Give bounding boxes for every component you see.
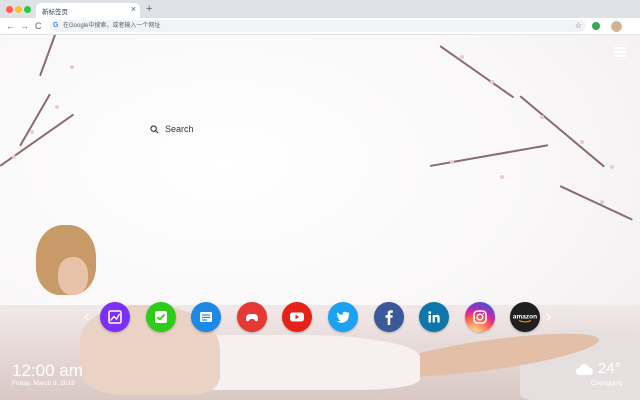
search-input[interactable] [165, 124, 335, 134]
forward-icon[interactable]: → [20, 20, 29, 32]
browser-toolbar: ← → C G 在Google中搜索，或者输入一个网址 ☆ ⋮ [0, 18, 640, 49]
minimize-window-button[interactable] [15, 6, 22, 13]
profile-avatar[interactable] [611, 21, 622, 32]
browser-tab-strip: 新标签页 × + [0, 0, 640, 18]
shortcut-games-app[interactable] [236, 302, 267, 332]
new-tab-page: ‹ amazon › 12:00 am Friday, March 9, 201… [0, 35, 640, 400]
gamepad-icon [245, 314, 258, 322]
back-icon[interactable]: ← [6, 20, 15, 32]
address-bar[interactable]: G 在Google中搜索，或者输入一个网址 ☆ [50, 20, 586, 32]
shortcut-twitter[interactable] [328, 302, 358, 332]
shortcut-news-app[interactable] [191, 302, 222, 332]
shortcuts-bar: ‹ amazon › [0, 302, 640, 334]
amazon-icon: amazon [513, 314, 538, 323]
tab-title: 新标签页 [42, 9, 68, 16]
news-icon [200, 312, 213, 322]
close-window-button[interactable] [6, 6, 13, 13]
weather-widget[interactable]: 24° Chongqing [574, 360, 634, 390]
shortcut-instagram[interactable] [464, 302, 495, 332]
youtube-icon [290, 312, 305, 322]
maximize-window-button[interactable] [24, 6, 31, 13]
weather-city: Chongqing [591, 380, 623, 387]
amazon-label: amazon [513, 314, 537, 321]
shortcut-tasks-app[interactable] [145, 302, 176, 332]
photo-icon [108, 310, 122, 324]
shortcut-amazon[interactable]: amazon [510, 302, 541, 332]
shortcut-photo-app[interactable] [100, 302, 130, 332]
search-box[interactable] [148, 122, 338, 140]
check-icon [154, 311, 167, 323]
hamburger-menu-icon[interactable] [614, 47, 626, 57]
shortcut-facebook[interactable] [373, 302, 404, 332]
clock-date: Friday, March 9, 2018 [12, 380, 75, 387]
extension-icon[interactable] [592, 22, 600, 30]
previous-arrow-icon[interactable]: ‹ [84, 308, 89, 326]
cloud-icon [575, 364, 593, 375]
google-icon: G [53, 22, 59, 29]
clock-time: 12:00 am [12, 361, 83, 380]
tab-close-icon[interactable]: × [131, 4, 136, 14]
linkedin-icon [428, 311, 440, 323]
address-bar-placeholder: 在Google中搜索，或者输入一个网址 [63, 23, 161, 29]
search-icon [150, 125, 159, 134]
facebook-icon [385, 310, 393, 325]
bookmark-star-icon[interactable]: ☆ [575, 21, 582, 31]
shortcut-youtube[interactable] [282, 302, 313, 332]
new-tab-button[interactable]: + [146, 2, 152, 16]
shortcut-linkedin[interactable] [419, 302, 450, 332]
instagram-icon [472, 310, 487, 324]
twitter-icon [336, 311, 350, 323]
reload-icon[interactable]: C [35, 20, 42, 32]
active-tab[interactable]: 新标签页 × [36, 3, 140, 18]
next-arrow-icon[interactable]: › [546, 308, 551, 326]
weather-temperature: 24° [598, 360, 621, 377]
